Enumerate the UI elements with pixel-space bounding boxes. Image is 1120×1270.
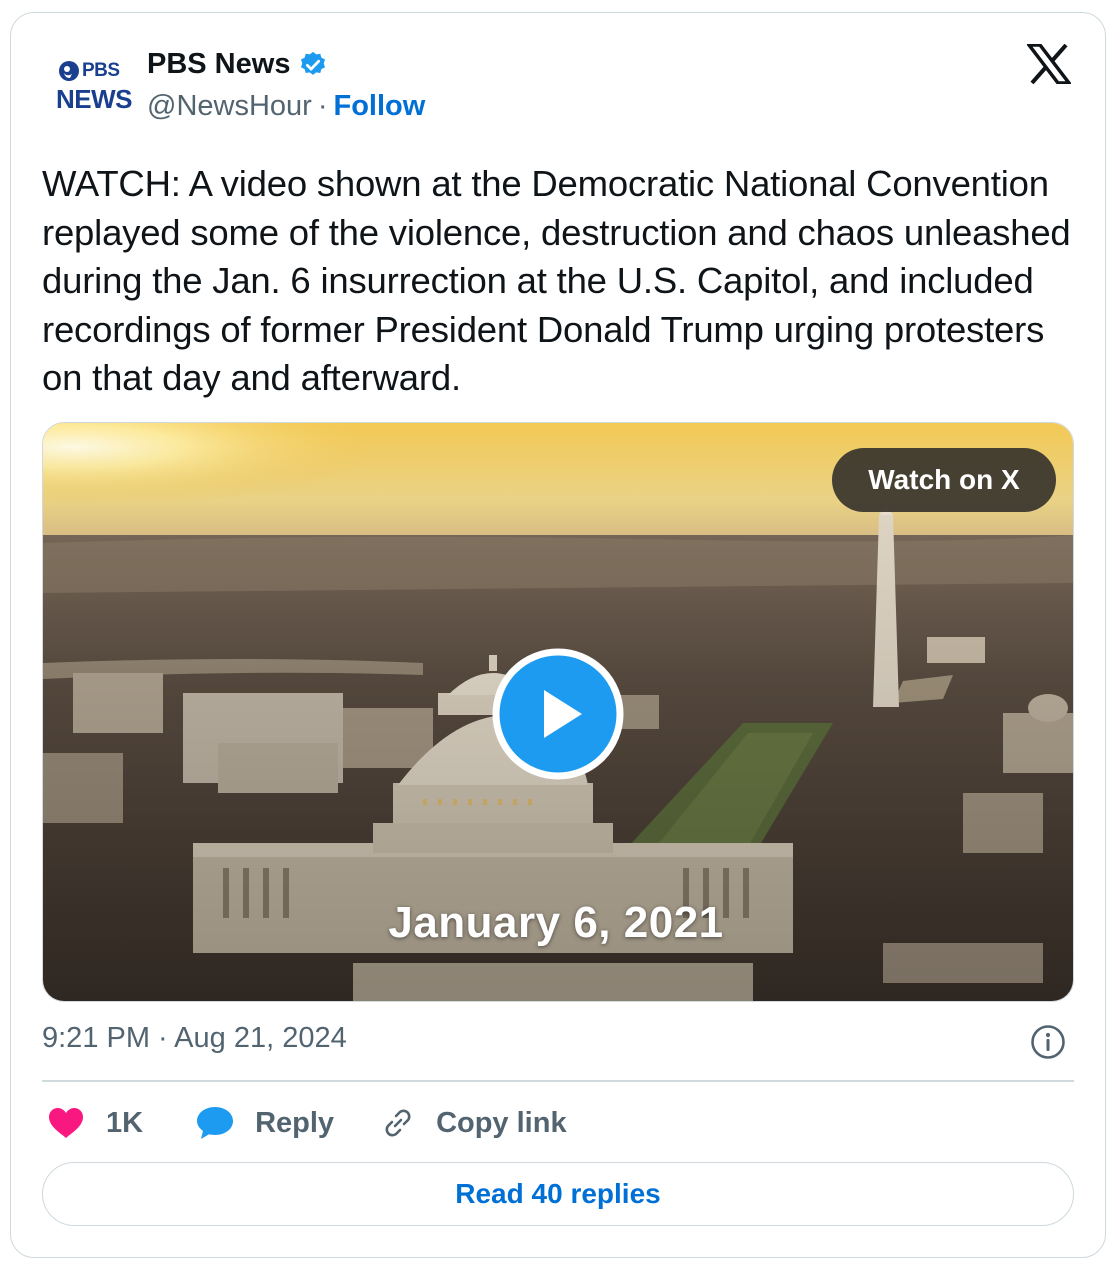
reply-button[interactable]: Reply <box>195 1105 334 1141</box>
pbs-logo-icon <box>59 61 79 81</box>
author-handle[interactable]: @NewsHour <box>147 90 312 123</box>
like-button[interactable]: 1K <box>48 1107 143 1140</box>
tweet-text: WATCH: A video shown at the Democratic N… <box>42 163 1071 398</box>
author-name[interactable]: PBS News <box>147 48 328 81</box>
copy-link-button[interactable]: Copy link <box>380 1105 567 1141</box>
author-handle-row: @NewsHour · Follow <box>147 90 425 123</box>
like-count: 1K <box>106 1106 144 1139</box>
pbs-news-avatar[interactable]: PBS NEWS <box>46 54 136 124</box>
tweet-timestamp[interactable]: 9:21 PM · Aug 21, 2024 <box>42 1022 347 1055</box>
link-icon <box>385 1109 411 1137</box>
author-name-label: PBS News <box>147 48 291 80</box>
handle-separator: · <box>317 90 328 122</box>
divider <box>42 1080 1074 1082</box>
read-replies-button[interactable]: Read 40 replies <box>42 1162 1074 1226</box>
reply-label: Reply <box>255 1106 335 1139</box>
info-icon[interactable] <box>1030 1024 1066 1060</box>
verified-badge-icon <box>301 51 326 75</box>
follow-button[interactable]: Follow <box>333 90 425 123</box>
avatar-logo-text-pbs: PBS <box>82 60 120 81</box>
heart-icon <box>49 1108 83 1138</box>
play-icon[interactable] <box>490 646 626 782</box>
action-bar: 1K Reply Copy link <box>42 1100 567 1146</box>
copy-link-label: Copy link <box>436 1106 567 1139</box>
reply-bubble-icon <box>197 1107 234 1139</box>
x-logo-icon[interactable] <box>1027 44 1071 84</box>
watch-on-x-button[interactable]: Watch on X <box>832 448 1056 512</box>
avatar-logo-text-news: NEWS <box>56 84 133 114</box>
video-caption-text: January 6, 2021 <box>388 898 724 947</box>
